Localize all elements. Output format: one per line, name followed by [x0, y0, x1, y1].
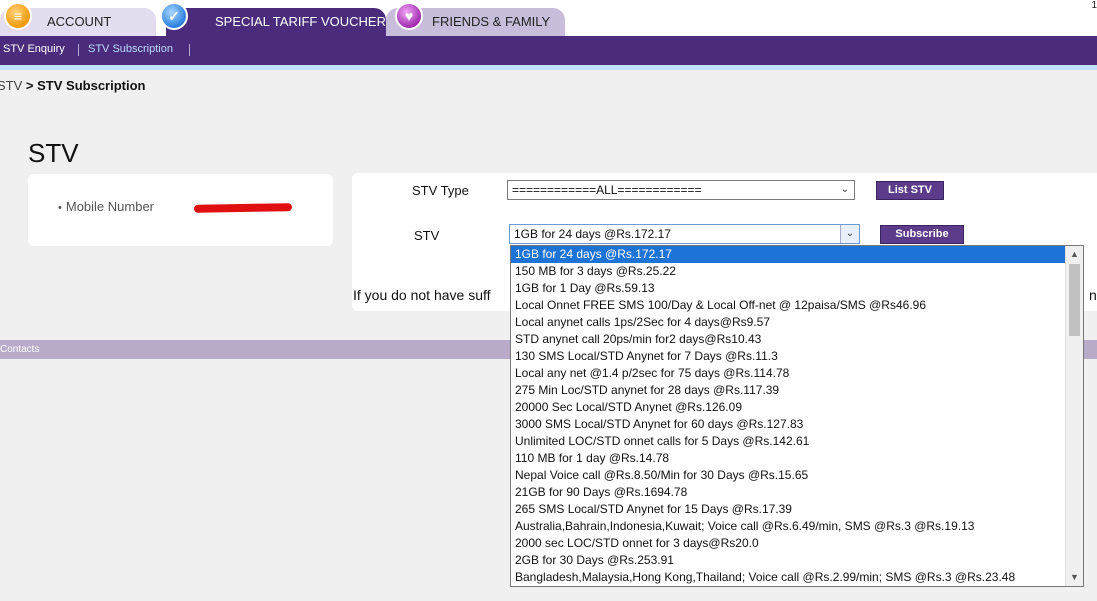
- account-icon[interactable]: ≡: [4, 2, 32, 30]
- info-text-tail: nk: [1089, 287, 1097, 303]
- corner-mark: 1: [1091, 0, 1097, 11]
- dropdown-option[interactable]: Local anynet calls 1ps/2Sec for 4 days@R…: [511, 314, 1066, 331]
- dropdown-option[interactable]: 3000 SMS Local/STD Anynet for 60 days @R…: [511, 416, 1066, 433]
- breadcrumb: STV > STV Subscription: [0, 78, 145, 93]
- dropdown-option[interactable]: Unlimited LOC/STD onnet calls for 5 Days…: [511, 433, 1066, 450]
- dropdown-option[interactable]: 130 SMS Local/STD Anynet for 7 Days @Rs.…: [511, 348, 1066, 365]
- dropdown-option[interactable]: STD anynet call 20ps/min for2 days@Rs10.…: [511, 331, 1066, 348]
- dropdown-option[interactable]: 21GB for 90 Days @Rs.1694.78: [511, 484, 1066, 501]
- tab-ff-label: FRIENDS & FAMILY: [432, 14, 551, 29]
- option-list: 1GB for 24 days @Rs.172.17 150 MB for 3 d…: [511, 246, 1083, 586]
- chevron-down-icon[interactable]: ⌄: [840, 225, 859, 243]
- dropdown-option[interactable]: Bangladesh,Malaysia,Hong Kong,Thailand; …: [511, 569, 1066, 586]
- stv-select[interactable]: 1GB for 24 days @Rs.172.17 ⌄: [509, 224, 860, 244]
- dropdown-option[interactable]: Nepal Voice call @Rs.8.50/Min for 30 Day…: [511, 467, 1066, 484]
- dropdown-option[interactable]: Local any net @1.4 p/2sec for 75 days @R…: [511, 365, 1066, 382]
- mobile-number-label: • Mobile Number: [58, 199, 154, 214]
- scroll-down-arrow-icon[interactable]: ▼: [1066, 569, 1083, 586]
- dropdown-option[interactable]: 1GB for 24 days @Rs.172.17: [511, 246, 1066, 263]
- page-title: STV: [28, 138, 79, 168]
- subnav-divider: [189, 44, 190, 56]
- stv-type-value: ============ALL============: [512, 183, 702, 197]
- stv-select-value: 1GB for 24 days @Rs.172.17: [514, 227, 671, 241]
- scroll-up-arrow-icon[interactable]: ▲: [1066, 246, 1083, 263]
- stv-type-label: STV Type: [412, 183, 469, 198]
- stv-type-select[interactable]: ============ALL============ ⌄: [507, 180, 855, 200]
- dropdown-option[interactable]: 2GB for 30 Days @Rs.253.91: [511, 552, 1066, 569]
- subnav-underline: [0, 65, 1097, 70]
- subnav-divider: [78, 44, 79, 56]
- tab-stv-label: SPECIAL TARIFF VOUCHER: [215, 14, 386, 29]
- stv-dropdown-list[interactable]: 1GB for 24 days @Rs.172.17 150 MB for 3 d…: [510, 245, 1084, 587]
- contacts-link[interactable]: Contacts: [0, 340, 39, 359]
- dropdown-scrollbar[interactable]: ▲ ▼: [1065, 246, 1083, 586]
- friends-family-icon[interactable]: ♥: [395, 2, 423, 30]
- breadcrumb-current: STV Subscription: [37, 78, 146, 93]
- dropdown-option[interactable]: 150 MB for 3 days @Rs.25.22: [511, 263, 1066, 280]
- breadcrumb-root[interactable]: STV: [0, 78, 22, 93]
- bullet-icon: •: [58, 202, 62, 214]
- stv-label: STV: [414, 228, 440, 243]
- list-stv-button[interactable]: List STV: [876, 181, 944, 200]
- redacted-mobile-number: [193, 203, 293, 213]
- top-tab-bar: ACCOUNT SPECIAL TARIFF VOUCHER FRIENDS &…: [0, 0, 1097, 36]
- dropdown-option[interactable]: 2000 sec LOC/STD onnet for 3 days@Rs20.0: [511, 535, 1066, 552]
- info-text: If you do not have suff: [353, 287, 491, 303]
- breadcrumb-separator: >: [25, 78, 34, 93]
- dropdown-option[interactable]: 275 Min Loc/STD anynet for 28 days @Rs.1…: [511, 382, 1066, 399]
- subnav-stv-subscription[interactable]: STV Subscription: [88, 36, 173, 63]
- voucher-icon[interactable]: ✓: [160, 2, 188, 30]
- chevron-down-icon[interactable]: ⌄: [836, 181, 854, 199]
- mobile-number-text: Mobile Number: [65, 199, 155, 214]
- scroll-thumb[interactable]: [1069, 264, 1080, 336]
- subnav-stv-enquiry[interactable]: STV Enquiry: [3, 36, 65, 63]
- dropdown-option[interactable]: 265 SMS Local/STD Anynet for 15 Days @Rs…: [511, 501, 1066, 518]
- dropdown-option[interactable]: Local Onnet FREE SMS 100/Day & Local Off…: [511, 297, 1066, 314]
- dropdown-option[interactable]: 20000 Sec Local/STD Anynet @Rs.126.09: [511, 399, 1066, 416]
- subscribe-button[interactable]: Subscribe: [880, 225, 964, 244]
- sub-navigation: STV Enquiry STV Subscription: [0, 36, 1097, 65]
- dropdown-option[interactable]: 110 MB for 1 day @Rs.14.78: [511, 450, 1066, 467]
- tab-account-label: ACCOUNT: [47, 14, 112, 29]
- mobile-number-card: • Mobile Number: [28, 174, 333, 246]
- dropdown-option[interactable]: 1GB for 1 Day @Rs.59.13: [511, 280, 1066, 297]
- dropdown-option[interactable]: Australia,Bahrain,Indonesia,Kuwait; Voic…: [511, 518, 1066, 535]
- tab-special-tariff-voucher[interactable]: SPECIAL TARIFF VOUCHER: [166, 8, 386, 36]
